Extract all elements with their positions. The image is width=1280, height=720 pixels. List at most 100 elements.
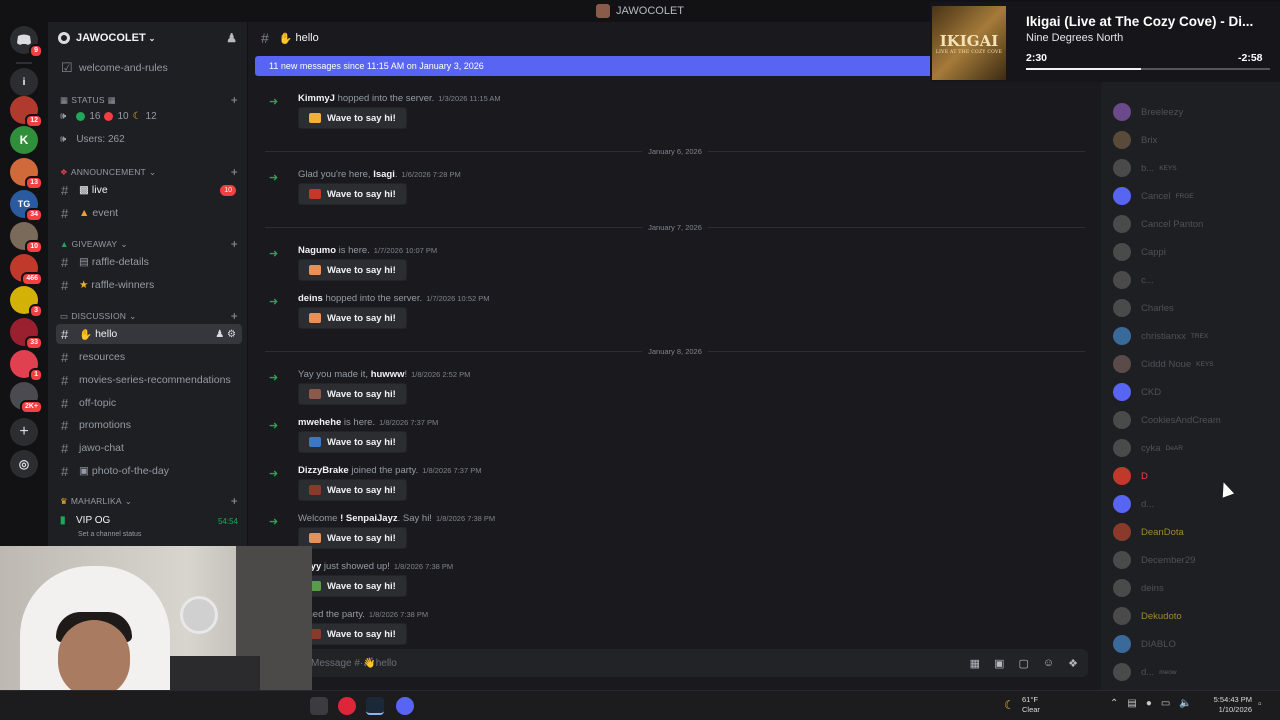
member-item[interactable]: cyka DeAR <box>1113 438 1273 458</box>
member-item[interactable]: Charles <box>1113 298 1273 318</box>
wave-button[interactable]: Wave to say hi! <box>298 623 407 645</box>
wave-button[interactable]: Wave to say hi! <box>298 107 407 129</box>
sticker-icon[interactable]: ▢ <box>1018 657 1028 670</box>
member-item[interactable]: b... KEYS <box>1113 158 1273 178</box>
server-icon-i[interactable]: i <box>10 68 38 96</box>
member-item[interactable]: Ciddd Noue KEYS <box>1113 354 1273 374</box>
member-item[interactable]: deins <box>1113 578 1273 598</box>
server-icon[interactable]: K <box>10 126 38 154</box>
channel-settings-icon[interactable]: ♟ ⚙ <box>215 329 236 340</box>
username[interactable]: Isagi <box>373 169 395 180</box>
track-progress-bar[interactable] <box>1026 68 1270 70</box>
wave-button[interactable]: Wave to say hi! <box>298 383 407 405</box>
member-item[interactable]: Dekudoto <box>1113 606 1273 626</box>
channel-off-topic[interactable]: # off-topic <box>56 393 242 413</box>
gif-icon[interactable]: ▣ <box>994 657 1004 670</box>
member-item[interactable]: Cancel FRGE <box>1113 186 1273 206</box>
clock[interactable]: 5:54:43 PM 1/10/2026 <box>1206 695 1252 715</box>
category-status[interactable]: ▦ STATUS ▦ + <box>60 93 242 107</box>
apps-icon[interactable]: ❖ <box>1068 657 1078 670</box>
add-channel-icon[interactable]: + <box>231 494 238 508</box>
new-messages-bar[interactable]: 11 new messages since 11:15 AM on Januar… <box>255 56 945 76</box>
add-channel-icon[interactable]: + <box>231 165 238 179</box>
discord-taskbar-icon[interactable] <box>396 697 414 715</box>
channel-hello[interactable]: # ✋ hello ♟ ⚙ <box>56 324 242 344</box>
member-item[interactable]: DIABLO <box>1113 634 1273 654</box>
member-item[interactable]: christianxx TREX <box>1113 326 1273 346</box>
gift-icon[interactable]: ▦ <box>970 657 980 670</box>
channel-jawo-chat[interactable]: # jawo-chat <box>56 438 242 458</box>
compass-icon[interactable]: ◎ <box>10 450 38 478</box>
channel-welcome-and-rules[interactable]: ☑ welcome-and-rules <box>56 58 242 78</box>
volume-icon[interactable]: 🔈 <box>1179 698 1191 709</box>
member-item[interactable]: CKD <box>1113 382 1273 402</box>
member-item[interactable]: DeanDota <box>1113 522 1273 542</box>
category-maharlika[interactable]: ♛ MAHARLIKA ⌄ + <box>60 494 242 508</box>
channel-promotions[interactable]: # promotions <box>56 415 242 435</box>
category-announcement[interactable]: ❖ ANNOUNCEMENT ⌄ + <box>60 165 242 179</box>
wave-button[interactable]: Wave to say hi! <box>298 527 407 549</box>
wave-button[interactable]: Wave to say hi! <box>298 431 407 453</box>
add-channel-icon[interactable]: + <box>231 309 238 323</box>
channel-status[interactable]: Set a channel status <box>78 531 141 538</box>
channel-raffle-winners[interactable]: # ★ raffle-winners <box>56 275 242 295</box>
mic-icon[interactable]: ● <box>1146 698 1152 709</box>
steam-icon[interactable] <box>366 697 384 715</box>
add-channel-icon[interactable]: + <box>231 93 238 107</box>
member-item[interactable]: c... <box>1113 270 1273 290</box>
add-channel-icon[interactable]: + <box>231 237 238 251</box>
member-item[interactable]: d... meow <box>1113 662 1273 682</box>
username[interactable]: mwehehe <box>298 417 341 428</box>
username[interactable]: KimmyJ <box>298 93 335 104</box>
server-header[interactable]: JAWOCOLET ⌄ ♟ <box>48 22 247 54</box>
username[interactable]: deins <box>298 293 323 304</box>
member-item[interactable]: Cappi <box>1113 242 1273 262</box>
wave-button[interactable]: Wave to say hi! <box>298 183 407 205</box>
username[interactable]: Nagumo <box>298 245 336 256</box>
channel-event[interactable]: # ▲ event <box>56 203 242 223</box>
member-item[interactable]: D <box>1113 466 1273 486</box>
voice-channel-vip-og[interactable]: ▮ VIP OG 54:54 Set a channel status <box>56 512 242 544</box>
message-composer[interactable]: Message #·👋hello ▦ ▣ ▢ ☺ ❖ <box>265 649 1088 677</box>
chevron-up-icon[interactable]: ⌃ <box>1110 698 1118 709</box>
server-icon[interactable]: 13 <box>10 158 43 190</box>
server-icon[interactable]: 12 <box>10 96 43 128</box>
username[interactable]: huwww <box>371 369 405 380</box>
username[interactable]: DizzyBrake <box>298 465 349 476</box>
category-discussion[interactable]: ▭ DISCUSSION ⌄ + <box>60 309 242 323</box>
weather-widget[interactable]: 61°F Clear <box>1022 695 1040 715</box>
wave-button[interactable]: Wave to say hi! <box>298 575 407 597</box>
channel-raffle-details[interactable]: # ▤ raffle-details <box>56 252 242 272</box>
network-icon[interactable]: ▤ <box>1127 698 1136 709</box>
member-item[interactable]: CookiesAndCream <box>1113 410 1273 430</box>
server-icon[interactable]: 33 <box>10 318 43 350</box>
wave-button[interactable]: Wave to say hi! <box>298 259 407 281</box>
server-icon[interactable]: 10 <box>10 222 43 254</box>
wave-button[interactable]: Wave to say hi! <box>298 479 407 501</box>
invite-icon[interactable]: ♟ <box>226 31 237 45</box>
discord-home-icon[interactable]: 9 <box>10 26 43 58</box>
media-app-icon[interactable] <box>338 697 356 715</box>
server-icon[interactable]: 466 <box>10 254 43 286</box>
app-icon[interactable] <box>310 697 328 715</box>
server-icon[interactable]: 3 <box>10 286 43 318</box>
member-item[interactable]: Breeleezy <box>1113 102 1273 122</box>
server-icon[interactable]: TG 34 <box>10 190 43 222</box>
username[interactable]: ! SenpaiJayz <box>340 513 398 524</box>
channel-photo-of-the-day[interactable]: # ▣ photo-of-the-day <box>56 461 242 481</box>
member-item[interactable]: d... <box>1113 494 1273 514</box>
emoji-icon[interactable]: ☺ <box>1043 657 1054 670</box>
member-item[interactable]: Cancel Panton <box>1113 214 1273 234</box>
server-icon[interactable]: 2K+ <box>10 382 43 414</box>
add-server-icon[interactable]: + <box>10 418 38 446</box>
category-giveaway[interactable]: ▲ GIVEAWAY ⌄ + <box>60 237 242 251</box>
display-icon[interactable]: ▭ <box>1161 698 1170 709</box>
channel-live[interactable]: # ▩ live 10 <box>56 180 242 200</box>
member-item[interactable]: Brix <box>1113 130 1273 150</box>
server-icon[interactable]: 1 <box>10 350 43 382</box>
channel-movies-series-recommendations[interactable]: # movies-series-recommendations <box>56 370 242 390</box>
member-item[interactable]: December29 <box>1113 550 1273 570</box>
channel-resources[interactable]: # resources <box>56 347 242 367</box>
wave-button[interactable]: Wave to say hi! <box>298 307 407 329</box>
notification-icon[interactable]: ▫ <box>1258 699 1262 710</box>
